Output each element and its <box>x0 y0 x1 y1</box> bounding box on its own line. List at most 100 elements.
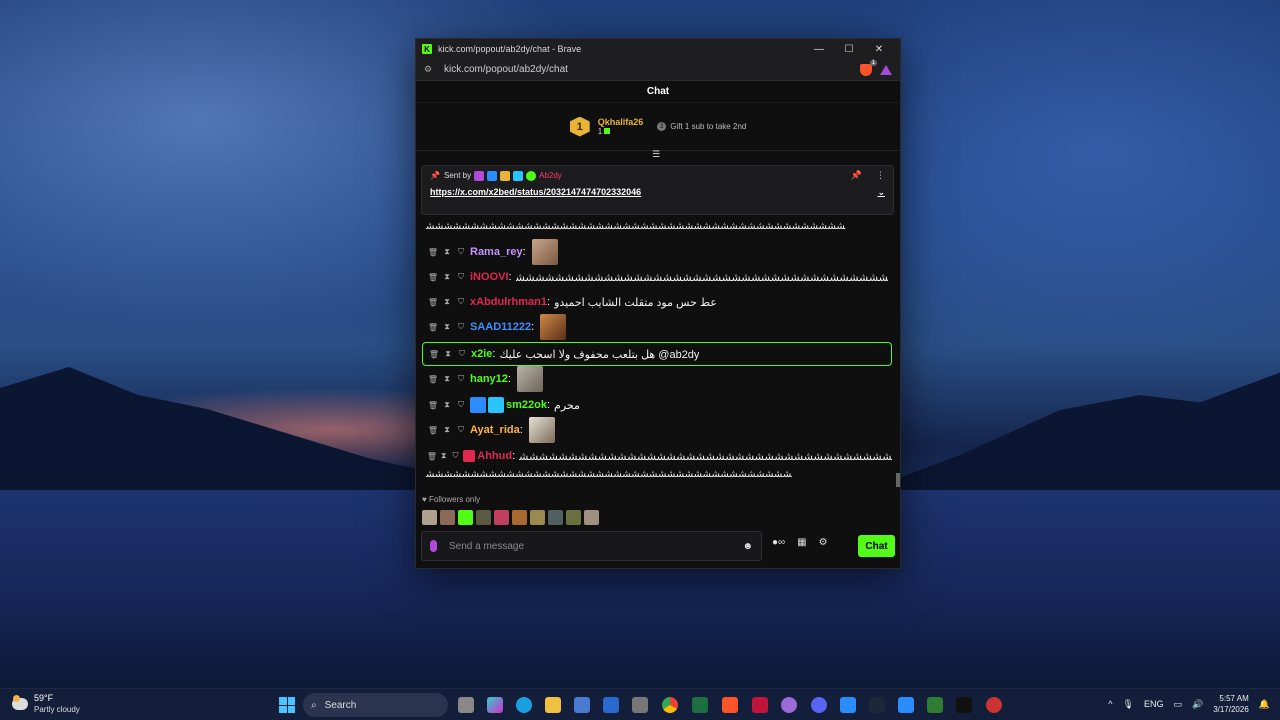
minimize-button[interactable]: — <box>804 44 834 55</box>
copilot-icon[interactable] <box>487 697 503 713</box>
unpin-icon[interactable]: 📌 <box>851 170 862 181</box>
username[interactable]: iNOOVI <box>470 271 509 283</box>
message-input-placeholder[interactable]: Send a message <box>449 541 742 552</box>
username[interactable]: SAAD11222 <box>470 321 531 333</box>
network-icon[interactable]: ▭ <box>1173 699 1182 710</box>
kicks-icon[interactable]: ●∞ <box>772 537 785 548</box>
chat-message[interactable]: 🗑 ⧗ ⛉ xAbdulrhman1: عط حس مود متقلت الشايب… <box>426 291 892 313</box>
taskbar-search[interactable]: ⌕ Search <box>303 693 448 717</box>
timeout-icon[interactable]: ⧗ <box>440 425 454 435</box>
timeout-icon[interactable]: ⧗ <box>440 322 454 332</box>
discord-icon[interactable] <box>811 697 827 713</box>
file-explorer-icon[interactable] <box>545 697 561 713</box>
excel-icon[interactable] <box>692 697 708 713</box>
store-app-icon[interactable] <box>574 697 590 713</box>
timeout-icon[interactable]: ⧗ <box>440 374 454 384</box>
scrollbar[interactable] <box>896 473 900 487</box>
emote-button[interactable] <box>422 510 437 525</box>
brave-icon[interactable] <box>722 697 738 713</box>
delete-icon[interactable]: 🗑 <box>426 452 438 461</box>
app-icon[interactable] <box>956 697 972 713</box>
delete-icon[interactable]: 🗑 <box>427 350 441 359</box>
chat-message[interactable]: 🗑 ⧗ ⛉ Ahhud: ﺸﺸﺸﺸﺸﺸﺸﺸﺸﺸﺸﺸﺸﺸﺸﺸﺸﺸﺸﺸﺸﺸﺸﺸﺸﺸﺸﺸﺸ… <box>426 445 892 467</box>
site-settings-icon[interactable]: ⚙ <box>424 64 438 75</box>
timeout-icon[interactable]: ⧗ <box>440 400 454 410</box>
ban-icon[interactable]: ⛉ <box>454 374 468 384</box>
task-view-icon[interactable] <box>458 697 474 713</box>
chat-message[interactable]: 🗑 ⧗ ⛉ sm22ok: محرم <box>426 394 892 416</box>
chat-message-mention[interactable]: 🗑 ⧗ ⛉ x2ie: هل بتلعب محفوف ولا اسحب عليك @… <box>422 342 892 366</box>
username[interactable]: Ahhud <box>477 450 512 462</box>
delete-icon[interactable]: 🗑 <box>426 248 440 257</box>
timeout-icon[interactable]: ⧗ <box>438 451 450 461</box>
pinned-user[interactable]: Ab2dy <box>539 171 562 180</box>
language-indicator[interactable]: ENG <box>1144 699 1164 709</box>
close-button[interactable]: ✕ <box>864 44 894 55</box>
delete-icon[interactable]: 🗑 <box>426 375 440 384</box>
ban-icon[interactable]: ⛉ <box>454 400 468 410</box>
timeout-icon[interactable]: ⧗ <box>440 297 454 307</box>
chevron-up-icon[interactable]: ^ <box>1108 699 1112 709</box>
chrome-icon[interactable] <box>662 697 678 713</box>
leader-name[interactable]: Qkhalifa26 <box>598 117 644 127</box>
maximize-button[interactable]: ☐ <box>834 44 864 55</box>
app-icon[interactable] <box>781 697 797 713</box>
emote-button[interactable] <box>494 510 509 525</box>
emote-button[interactable] <box>548 510 563 525</box>
emote-button[interactable] <box>440 510 455 525</box>
app-icon[interactable] <box>898 697 914 713</box>
app-icon[interactable] <box>752 697 768 713</box>
username[interactable]: Ayat_rida <box>470 424 520 436</box>
timeout-icon[interactable]: ⧗ <box>441 349 455 359</box>
delete-icon[interactable]: 🗑 <box>426 401 440 410</box>
clock[interactable]: 5:57 AM 3/17/2026 <box>1213 693 1249 715</box>
delete-icon[interactable]: 🗑 <box>426 298 440 307</box>
send-chat-button[interactable]: Chat <box>858 535 895 557</box>
emote-button[interactable] <box>476 510 491 525</box>
chevron-down-icon[interactable]: ⌄ <box>877 187 885 198</box>
emote-button[interactable] <box>566 510 581 525</box>
edge-icon[interactable] <box>516 697 532 713</box>
emote-button[interactable] <box>530 510 545 525</box>
microphone-icon[interactable]: 🎙 <box>1123 699 1134 710</box>
username[interactable]: xAbdulrhman1 <box>470 296 547 308</box>
delete-icon[interactable]: 🗑 <box>426 273 440 282</box>
chat-messages[interactable]: 📌 Sent by Ab2dy 📌 ⋮ https://x.com/x2bed/… <box>416 155 900 491</box>
ban-icon[interactable]: ⛉ <box>454 272 468 282</box>
app-icon[interactable] <box>986 697 1002 713</box>
username[interactable]: hany12 <box>470 373 508 385</box>
ban-icon[interactable]: ⛉ <box>454 425 468 435</box>
pinned-link[interactable]: https://x.com/x2bed/status/2032147474702… <box>430 187 641 198</box>
outlook-icon[interactable] <box>603 697 619 713</box>
chat-message[interactable]: 🗑 ⧗ ⛉ Ayat_rida: <box>426 417 892 443</box>
ban-icon[interactable]: ⛉ <box>455 349 469 359</box>
app-icon[interactable] <box>632 697 648 713</box>
timeout-icon[interactable]: ⧗ <box>440 247 454 257</box>
store-icon[interactable]: ▦ <box>797 537 806 548</box>
ban-icon[interactable]: ⛉ <box>450 451 462 461</box>
chat-message[interactable]: 🗑 ⧗ ⛉ Rama_rey: <box>426 239 892 265</box>
ban-icon[interactable]: ⛉ <box>454 247 468 257</box>
ban-icon[interactable]: ⛉ <box>454 297 468 307</box>
windows-start-icon[interactable] <box>279 697 295 713</box>
emoji-picker-icon[interactable]: ☻ <box>742 541 753 552</box>
emote-button[interactable] <box>584 510 599 525</box>
ban-icon[interactable]: ⛉ <box>454 322 468 332</box>
chat-message[interactable]: 🗑 ⧗ ⛉ hany12: <box>426 366 892 392</box>
emote-button[interactable] <box>458 510 473 525</box>
chat-message[interactable]: 🗑 ⧗ ⛉ iNOOVI: ﺸﺸﺸﺸﺸﺸﺸﺸﺸﺸﺸﺸﺸﺸﺸﺸﺸﺸﺸﺸﺸﺸﺸﺸﺸﺸﺸﺸ… <box>426 266 892 288</box>
more-options-icon[interactable]: ⋮ <box>876 170 885 181</box>
brave-rewards-icon[interactable] <box>880 64 892 75</box>
app-icon[interactable] <box>840 697 856 713</box>
weather-widget[interactable]: 59°F Partly cloudy <box>12 693 80 715</box>
url-field[interactable]: kick.com/popout/ab2dy/chat <box>444 64 860 75</box>
steam-icon[interactable] <box>869 697 885 713</box>
volume-icon[interactable]: 🔊 <box>1192 699 1203 710</box>
message-input[interactable]: Send a message ☻ <box>421 531 762 561</box>
timeout-icon[interactable]: ⧗ <box>440 272 454 282</box>
emote-button[interactable] <box>512 510 527 525</box>
app-icon[interactable] <box>927 697 943 713</box>
microphone-icon[interactable] <box>430 540 437 552</box>
delete-icon[interactable]: 🗑 <box>426 323 440 332</box>
brave-shields-icon[interactable]: 1 <box>860 59 877 76</box>
